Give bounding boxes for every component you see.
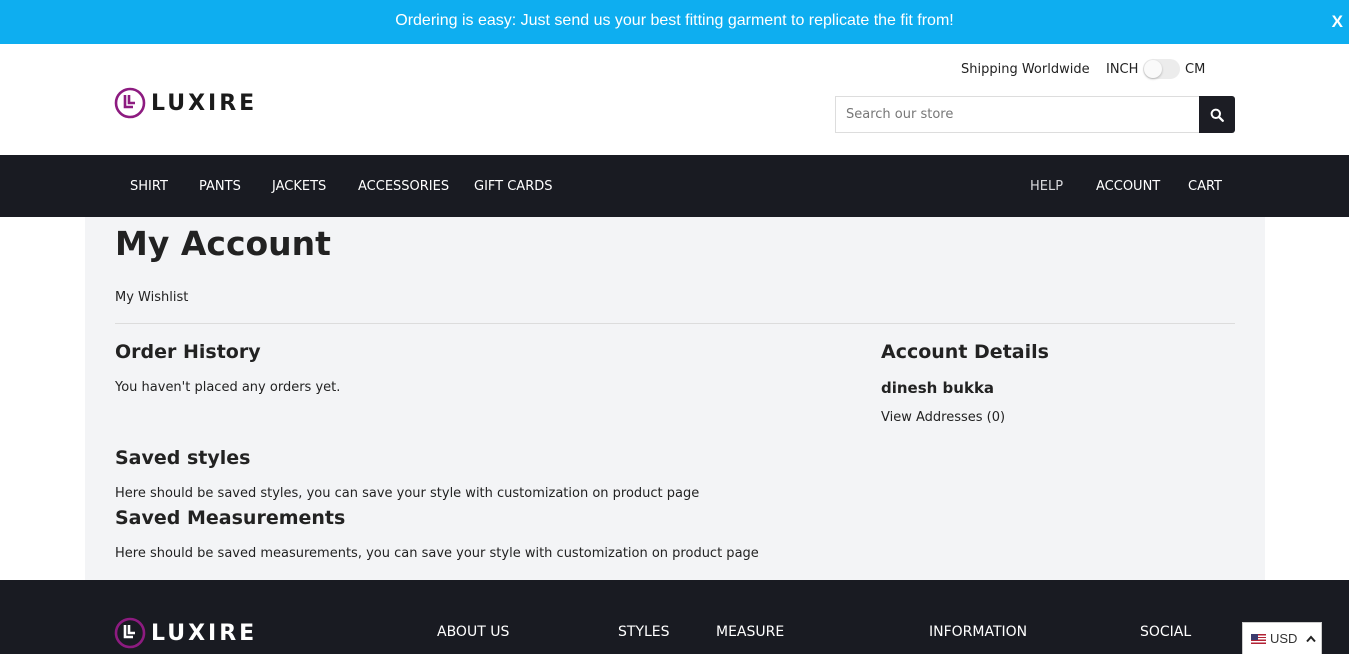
saved-styles-text: Here should be saved styles, you can sav… (115, 486, 700, 501)
nav-accessories[interactable]: ACCESSORIES (358, 179, 449, 194)
saved-measurements-text: Here should be saved measurements, you c… (115, 546, 759, 561)
unit-toggle[interactable] (1143, 59, 1180, 79)
currency-selector[interactable]: USD (1242, 622, 1322, 654)
site-footer: LUXIRE ABOUT US STYLES MEASURE INFORMATI… (0, 580, 1349, 654)
unit-toggle-knob (1144, 60, 1162, 78)
nav-jackets[interactable]: JACKETS (272, 179, 326, 194)
chevron-up-icon (1306, 634, 1317, 642)
close-announcement-button[interactable]: X (1332, 12, 1343, 32)
us-flag-icon (1251, 633, 1266, 644)
search-button[interactable] (1199, 96, 1235, 133)
saved-styles-heading: Saved styles (115, 447, 251, 469)
luxire-logo-icon (114, 617, 146, 649)
nav-shirt[interactable]: SHIRT (130, 179, 168, 194)
unit-inch-label: INCH (1106, 62, 1139, 77)
account-details-heading: Account Details (881, 341, 1049, 363)
my-wishlist-link[interactable]: My Wishlist (115, 290, 188, 305)
view-addresses-link[interactable]: View Addresses (0) (881, 410, 1005, 425)
footer-information[interactable]: INFORMATION (929, 624, 1027, 640)
order-history-heading: Order History (115, 341, 261, 363)
account-content: My Account My Wishlist Order History You… (85, 217, 1265, 580)
nav-pants[interactable]: PANTS (199, 179, 241, 194)
footer-about-us[interactable]: ABOUT US (437, 624, 509, 640)
main-navigation: SHIRT PANTS JACKETS ACCESSORIES GIFT CAR… (0, 155, 1349, 217)
unit-cm-label: CM (1185, 62, 1206, 77)
luxire-logo-icon (114, 87, 146, 119)
nav-cart[interactable]: CART (1188, 179, 1222, 194)
search-icon (1210, 108, 1224, 122)
brand-logo[interactable]: LUXIRE (114, 87, 257, 119)
footer-measure[interactable]: MEASURE (716, 624, 784, 640)
nav-gift-cards[interactable]: GIFT CARDS (474, 179, 553, 194)
currency-code: USD (1270, 631, 1298, 646)
footer-brand-logo[interactable]: LUXIRE (114, 617, 257, 649)
site-header: LUXIRE Shipping Worldwide INCH CM (0, 44, 1349, 155)
search-input[interactable] (835, 96, 1200, 133)
footer-social[interactable]: SOCIAL (1140, 624, 1191, 640)
nav-account[interactable]: ACCOUNT (1096, 179, 1160, 194)
page-title: My Account (115, 224, 331, 263)
brand-name: LUXIRE (151, 90, 258, 116)
nav-help[interactable]: HELP (1030, 179, 1063, 194)
announcement-text: Ordering is easy: Just send us your best… (395, 12, 954, 29)
announcement-bar: Ordering is easy: Just send us your best… (0, 0, 1349, 44)
account-holder-name: dinesh bukka (881, 379, 995, 397)
shipping-worldwide-label: Shipping Worldwide (961, 62, 1090, 77)
order-history-text: You haven't placed any orders yet. (115, 380, 341, 395)
footer-styles[interactable]: STYLES (618, 624, 670, 640)
section-divider (115, 323, 1235, 324)
footer-brand-name: LUXIRE (151, 620, 258, 646)
saved-measurements-heading: Saved Measurements (115, 507, 346, 529)
